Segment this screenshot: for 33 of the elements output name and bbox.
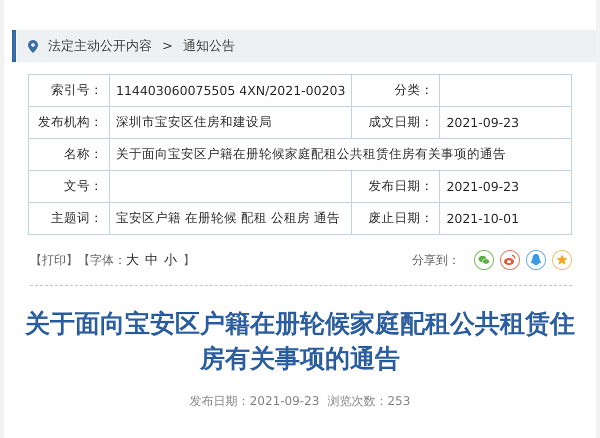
field-label: 索引号： [51,82,103,97]
field-label: 发布机构： [38,114,103,129]
article-title: 关于面向宝安区户籍在册轮候家庭配租公共租赁住房有关事项的通告 [24,308,576,375]
publish-date: 发布日期：2021-09-23 [190,393,320,410]
field-value: 2021-09-23 [446,179,520,194]
field-label: 主题词： [51,210,103,225]
breadcrumb-link[interactable]: 法定主动公开内容 [48,37,152,55]
field-label: 文号： [64,178,103,193]
field-value: 宝安区户籍 在册轮候 配租 公租房 通告 [116,210,340,225]
field-label: 分类： [394,82,434,97]
field-value: 2021-09-23 [446,115,520,130]
field-label: 成文日期： [368,114,434,129]
field-label: 名称： [64,146,103,161]
field-value: 2021-10-01 [446,211,520,226]
breadcrumb-link[interactable]: 通知公告 [182,37,235,55]
chat-bubbles-icon[interactable] [474,250,494,270]
font-size-link[interactable]: 中 [145,251,158,269]
field-label: 废止日期： [368,210,434,225]
font-size-label: 【字体： [78,252,126,268]
field-value: 114403060075505 4XN/2021-00203 [116,83,346,98]
field-value: 关于面向宝安区户籍在册轮候家庭配租公共租赁住房有关事项的通告 [116,146,506,161]
font-size-link[interactable]: 大 [126,251,139,269]
view-count: 浏览次数：253 [327,393,410,410]
location-pin-icon [28,40,38,52]
print-link[interactable]: 【打印】 [30,252,78,268]
font-size-link[interactable]: 小 [164,251,177,269]
penguin-icon[interactable] [526,250,546,270]
eye-swirl-icon[interactable] [500,250,520,270]
share-label: 分享到： [412,252,460,268]
breadcrumb-separator: > [162,38,173,54]
bracket-text: 】 [183,252,195,268]
field-value: 深圳市宝安区住房和建设局 [116,114,272,129]
field-label: 发布日期： [368,178,434,193]
